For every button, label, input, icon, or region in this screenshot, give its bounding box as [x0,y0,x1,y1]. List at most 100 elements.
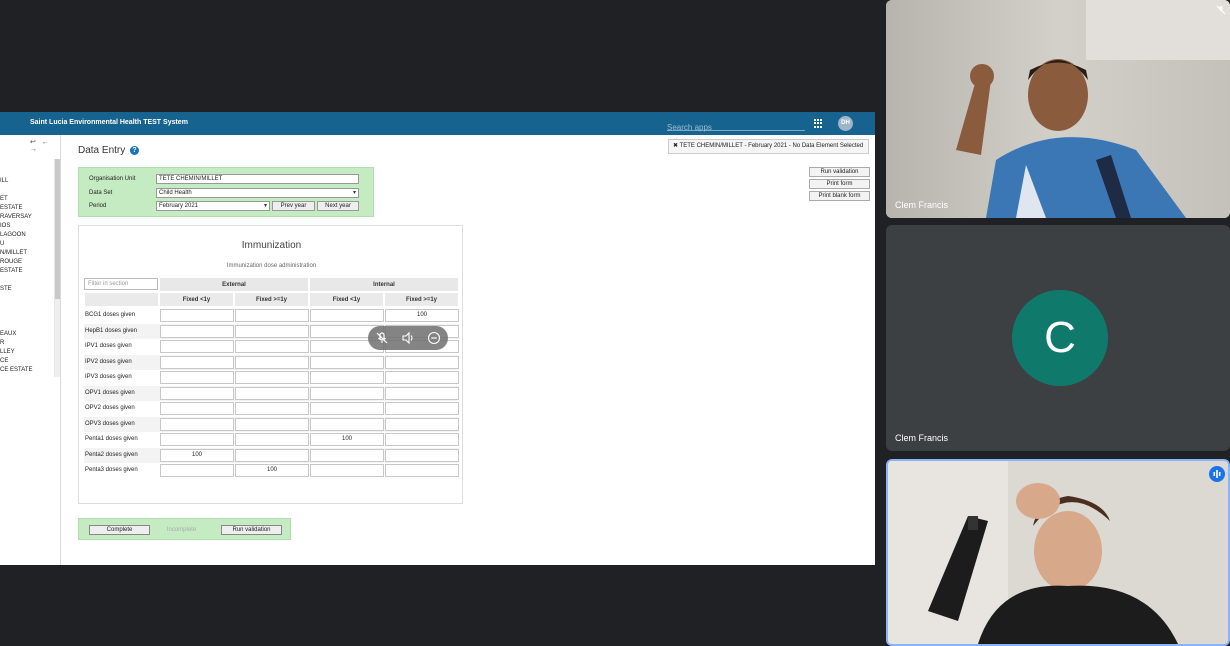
data-value-cell[interactable] [310,448,384,462]
tree-item[interactable]: ESTATE [0,267,54,276]
tree-item[interactable]: ESTATE [0,204,54,213]
participant-tile-active-speaker[interactable] [886,459,1230,646]
data-value-cell[interactable]: 100 [310,433,384,446]
help-icon[interactable]: ? [130,145,140,155]
data-value-cell[interactable] [160,309,234,322]
chevron-down-icon: ▾ [263,203,267,209]
tree-item[interactable]: LAGOON [0,231,54,240]
data-value-cell[interactable] [385,386,459,400]
completion-panel: Complete Incomplete Run validation [78,518,291,540]
data-value-cell[interactable] [310,402,384,415]
tree-scrollbar-thumb[interactable] [55,159,60,299]
tree-nav-arrows-icon[interactable]: ↩ ← → [30,138,60,153]
chevron-down-icon: ▾ [352,190,356,196]
tree-item[interactable] [0,312,54,321]
tree-item[interactable]: CE [0,357,54,366]
data-value-cell[interactable]: 100 [385,309,459,322]
data-value-cell[interactable] [160,324,234,338]
participant-tile-video[interactable]: Clem Francis [886,0,1230,218]
data-value-cell[interactable] [160,355,234,369]
run-validation-bottom-button[interactable]: Run validation [221,525,282,535]
data-value-cell[interactable] [310,464,384,477]
tree-item[interactable] [0,294,54,303]
tree-item[interactable]: ILL [0,177,54,186]
tree-item[interactable]: U [0,240,54,249]
data-value-cell[interactable] [160,417,234,431]
search-box[interactable] [667,117,805,134]
tree-item[interactable]: CE ESTATE [0,366,54,375]
tree-item[interactable]: LLEY [0,348,54,357]
print-form-button[interactable]: Print form [809,179,870,189]
volume-icon[interactable] [401,331,415,345]
tree-item[interactable]: ET [0,195,54,204]
run-validation-button[interactable]: Run validation [809,167,870,177]
next-year-button[interactable]: Next year [317,201,359,211]
data-value-cell[interactable] [235,417,309,431]
data-value-cell[interactable] [160,464,234,477]
data-value-cell[interactable] [385,402,459,415]
data-value-cell[interactable] [310,371,384,384]
data-value-cell[interactable] [235,340,309,353]
tree-item[interactable] [0,321,54,330]
data-value-cell[interactable]: 100 [235,464,309,477]
tree-item[interactable] [0,276,54,285]
mic-off-icon[interactable] [375,331,389,345]
org-unit-field[interactable]: TETE CHEMIN/MILLET [156,174,359,184]
search-apps-input[interactable] [667,121,805,134]
data-value-cell[interactable] [310,355,384,369]
data-value-cell[interactable] [160,371,234,384]
tree-item[interactable] [0,159,54,168]
data-value-cell[interactable] [235,386,309,400]
column-header: Fixed <1y [159,292,234,307]
data-value-cell[interactable] [160,386,234,400]
participant-name: Clem Francis [895,433,949,443]
user-avatar[interactable]: DH [838,116,853,131]
data-set-value: Child Health [159,190,192,196]
tree-item[interactable]: N/MILLET [0,249,54,258]
tree-item[interactable]: ROUGE [0,258,54,267]
tree-item[interactable]: R [0,339,54,348]
data-value-cell[interactable] [235,309,309,322]
data-set-label: Data Set [89,190,113,196]
data-value-cell[interactable]: 100 [160,448,234,462]
tree-scrollbar[interactable] [55,159,60,377]
apps-grid-icon[interactable] [814,119,823,128]
selection-status[interactable]: ✖ TETE CHEMIN/MILLET - February 2021 - N… [668,139,869,154]
period-select[interactable]: February 2021 ▾ [156,201,270,211]
data-value-cell[interactable] [235,371,309,384]
incomplete-button[interactable]: Incomplete [151,525,212,535]
data-value-cell[interactable] [385,464,459,477]
data-value-cell[interactable] [385,355,459,369]
tree-item[interactable] [0,186,54,195]
tree-item[interactable] [0,168,54,177]
tree-item[interactable]: RAVERSAY [0,213,54,222]
print-blank-form-button[interactable]: Print blank form [809,191,870,201]
tree-item[interactable]: STE [0,285,54,294]
data-value-cell[interactable] [310,417,384,431]
data-value-cell[interactable] [235,355,309,369]
tree-item[interactable]: IOS [0,222,54,231]
data-value-cell[interactable] [160,340,234,353]
data-value-cell[interactable] [385,433,459,446]
tree-item[interactable] [0,303,54,312]
data-value-cell[interactable] [160,433,234,446]
data-value-cell[interactable] [310,386,384,400]
data-value-cell[interactable] [235,448,309,462]
complete-button[interactable]: Complete [89,525,150,535]
filter-in-section-input[interactable]: Filter in section [84,278,158,290]
data-value-cell[interactable] [160,402,234,415]
prev-year-button[interactable]: Prev year [272,201,315,211]
data-value-cell[interactable] [310,309,384,322]
data-value-cell[interactable] [385,448,459,462]
data-value-cell[interactable] [235,433,309,446]
data-value-cell[interactable] [385,417,459,431]
participant-tile-avatar[interactable]: C Clem Francis [886,225,1230,451]
row-label: OPV2 doses given [85,405,135,411]
data-value-cell[interactable] [235,324,309,338]
tree-item[interactable]: EAUX [0,330,54,339]
remove-icon[interactable] [427,331,441,345]
participant-name: Clem Francis [895,200,949,210]
data-set-select[interactable]: Child Health ▾ [156,188,359,198]
data-value-cell[interactable] [235,402,309,415]
data-value-cell[interactable] [385,371,459,384]
